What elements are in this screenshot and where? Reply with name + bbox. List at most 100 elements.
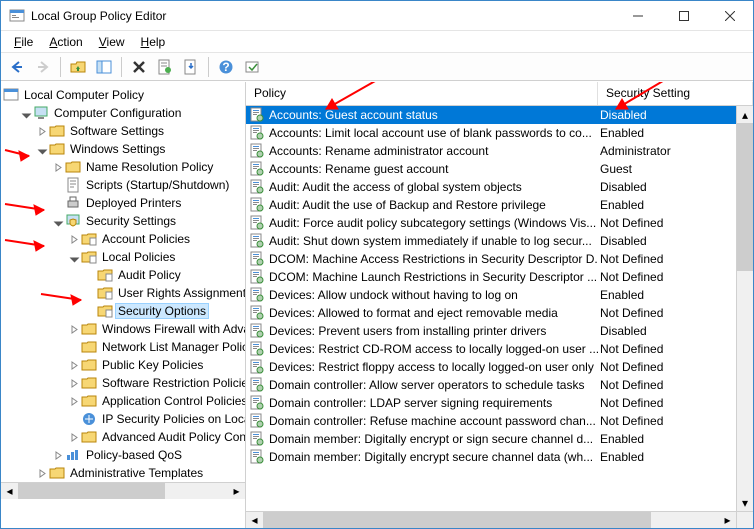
computer-icon — [33, 105, 49, 121]
policy-row[interactable]: Audit: Audit the access of global system… — [246, 178, 753, 196]
tree-expander[interactable] — [67, 430, 81, 444]
tree-expander[interactable] — [51, 160, 65, 174]
tree-item[interactable]: Name Resolution Policy — [1, 158, 245, 176]
tree-expander[interactable] — [67, 394, 81, 408]
maximize-button[interactable] — [661, 1, 707, 30]
scroll-down-button[interactable]: ▾ — [737, 494, 753, 511]
tree-item-label: Security Options — [116, 304, 208, 318]
scroll-track[interactable] — [263, 512, 719, 528]
tree-expander[interactable] — [51, 214, 65, 228]
tree-item[interactable]: Security Options — [1, 302, 245, 320]
tree-item[interactable]: Security Settings — [1, 212, 245, 230]
policy-row[interactable]: Devices: Prevent users from installing p… — [246, 322, 753, 340]
list-body[interactable]: Accounts: Guest account statusDisabledAc… — [246, 106, 753, 511]
vscroll-track[interactable] — [737, 123, 753, 494]
policy-row[interactable]: Accounts: Rename guest accountGuest — [246, 160, 753, 178]
policy-row[interactable]: Domain member: Digitally encrypt or sign… — [246, 430, 753, 448]
menu-file[interactable]: File — [7, 33, 40, 51]
menu-help[interactable]: Help — [134, 33, 173, 51]
tree-expander[interactable] — [35, 466, 49, 480]
policy-row[interactable]: Accounts: Guest account statusDisabled — [246, 106, 753, 124]
properties-button[interactable] — [153, 55, 177, 79]
tree-item[interactable]: IP Security Policies on Local Computer — [1, 410, 245, 428]
export-button[interactable] — [179, 55, 203, 79]
tree-item[interactable]: Software Restriction Policies — [1, 374, 245, 392]
tree-root[interactable]: Local Computer Policy — [1, 86, 245, 104]
policy-row[interactable]: Accounts: Rename administrator accountAd… — [246, 142, 753, 160]
policy-setting: Not Defined — [598, 360, 753, 374]
tree-item[interactable]: Audit Policy — [1, 266, 245, 284]
col-policy[interactable]: Policy — [246, 82, 598, 105]
help-button[interactable]: ? — [214, 55, 238, 79]
svg-text:?: ? — [222, 60, 229, 74]
show-hide-tree-button[interactable] — [92, 55, 116, 79]
up-folder-button[interactable] — [66, 55, 90, 79]
tree-item[interactable]: Local Policies — [1, 248, 245, 266]
tree-expander[interactable] — [51, 448, 65, 462]
tree-item[interactable]: Windows Firewall with Advanced Security — [1, 320, 245, 338]
tree-item[interactable]: Scripts (Startup/Shutdown) — [1, 176, 245, 194]
list-hscroll[interactable]: ◂ ▸ — [246, 511, 753, 528]
close-button[interactable] — [707, 1, 753, 30]
delete-button[interactable] — [127, 55, 151, 79]
scroll-left-button[interactable]: ◂ — [1, 483, 18, 499]
tree-item[interactable]: User Rights Assignment — [1, 284, 245, 302]
tree-item[interactable]: Administrative Templates — [1, 464, 245, 482]
tree-item[interactable]: Deployed Printers — [1, 194, 245, 212]
tree-expander[interactable] — [67, 250, 81, 264]
scroll-right-button[interactable]: ▸ — [228, 483, 245, 499]
tree-expander[interactable] — [67, 232, 81, 246]
tree-item[interactable]: Windows Settings — [1, 140, 245, 158]
policy-icon — [249, 215, 265, 231]
policy-row[interactable]: Devices: Restrict floppy access to local… — [246, 358, 753, 376]
scroll-thumb[interactable] — [18, 483, 165, 499]
policy-row[interactable]: DCOM: Machine Access Restrictions in Sec… — [246, 250, 753, 268]
policy-row[interactable]: Devices: Allow undock without having to … — [246, 286, 753, 304]
tree-pane[interactable]: Local Computer Policy Computer Configura… — [1, 82, 246, 528]
tree-expander[interactable] — [67, 322, 81, 336]
tree-expander[interactable] — [67, 376, 81, 390]
tree-expander[interactable] — [19, 106, 33, 120]
tree-item[interactable]: Network List Manager Policies — [1, 338, 245, 356]
tree-expander[interactable] — [35, 142, 49, 156]
policy-row[interactable]: Domain member: Digitally encrypt secure … — [246, 448, 753, 466]
minimize-button[interactable] — [615, 1, 661, 30]
policy-row[interactable]: Audit: Shut down system immediately if u… — [246, 232, 753, 250]
tree-item[interactable]: Computer Configuration — [1, 104, 245, 122]
forward-button[interactable] — [31, 55, 55, 79]
scroll-right-button[interactable]: ▸ — [719, 512, 736, 528]
policy-row[interactable]: Domain controller: LDAP server signing r… — [246, 394, 753, 412]
tree-item[interactable]: Software Settings — [1, 122, 245, 140]
policy-row[interactable]: Devices: Restrict CD-ROM access to local… — [246, 340, 753, 358]
policy-icon — [249, 179, 265, 195]
tree-expander[interactable] — [67, 358, 81, 372]
col-security-setting[interactable]: Security Setting — [598, 82, 753, 105]
policy-row[interactable]: Devices: Allowed to format and eject rem… — [246, 304, 753, 322]
back-button[interactable] — [5, 55, 29, 79]
folder-icon — [81, 429, 97, 445]
tree-hscroll[interactable]: ◂ ▸ — [1, 482, 245, 499]
policy-row[interactable]: Domain controller: Allow server operator… — [246, 376, 753, 394]
scroll-left-button[interactable]: ◂ — [246, 512, 263, 528]
tree-item[interactable]: Policy-based QoS — [1, 446, 245, 464]
tree-expander[interactable] — [35, 124, 49, 138]
scroll-up-button[interactable]: ▴ — [737, 106, 753, 123]
menubar: File Action View Help — [1, 31, 753, 53]
options-button[interactable] — [240, 55, 264, 79]
tree-expander — [67, 412, 81, 426]
menu-action[interactable]: Action — [42, 33, 89, 51]
policy-row[interactable]: Accounts: Limit local account use of bla… — [246, 124, 753, 142]
vscroll-thumb[interactable] — [737, 123, 753, 271]
scroll-thumb[interactable] — [263, 512, 651, 528]
scroll-track[interactable] — [18, 483, 228, 499]
policy-row[interactable]: Audit: Force audit policy subcategory se… — [246, 214, 753, 232]
tree-item[interactable]: Application Control Policies — [1, 392, 245, 410]
menu-view[interactable]: View — [92, 33, 132, 51]
policy-row[interactable]: Audit: Audit the use of Backup and Resto… — [246, 196, 753, 214]
tree-item[interactable]: Account Policies — [1, 230, 245, 248]
policy-row[interactable]: Domain controller: Refuse machine accoun… — [246, 412, 753, 430]
policy-row[interactable]: DCOM: Machine Launch Restrictions in Sec… — [246, 268, 753, 286]
tree-item[interactable]: Advanced Audit Policy Configuration — [1, 428, 245, 446]
list-vscroll[interactable]: ▴ ▾ — [736, 106, 753, 511]
tree-item[interactable]: Public Key Policies — [1, 356, 245, 374]
